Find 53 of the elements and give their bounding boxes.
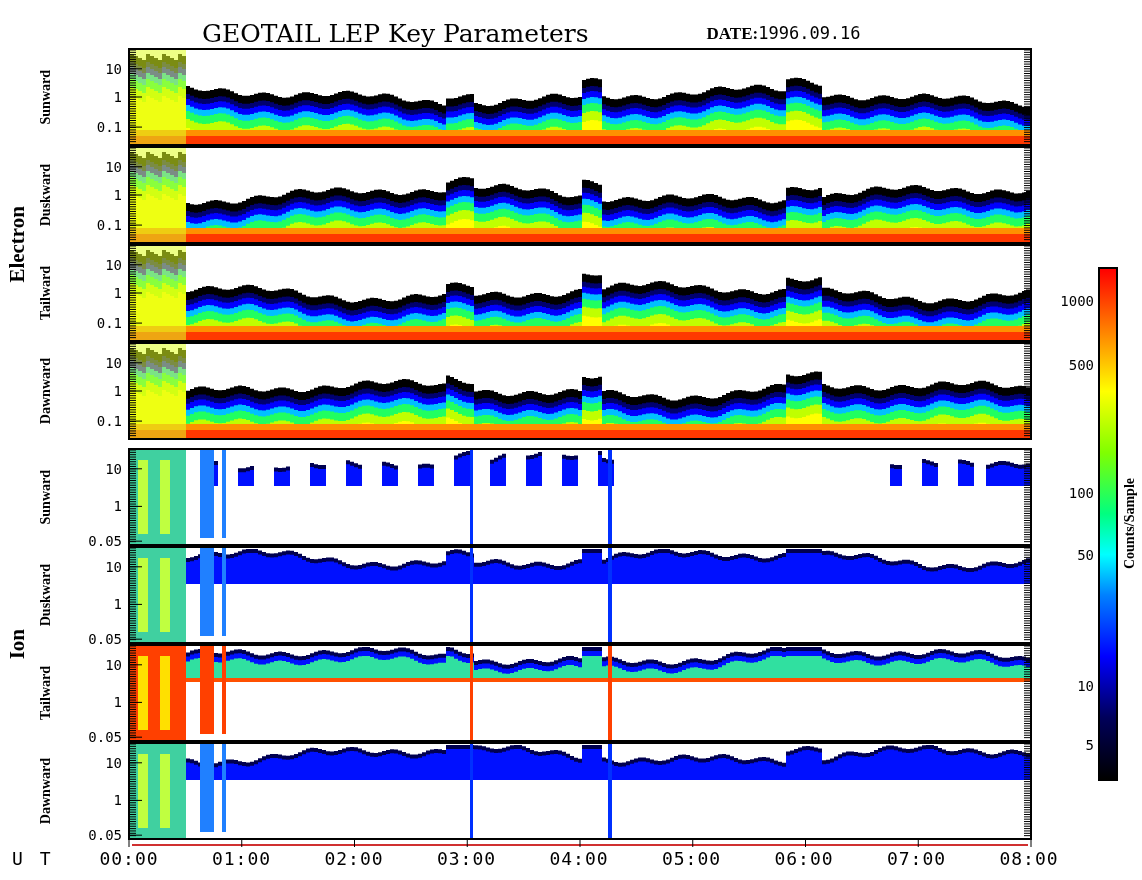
group-label: Ion: [4, 628, 30, 660]
colorbar-tick-label: 1000: [1060, 293, 1094, 308]
axis-tick-label: 0.05: [88, 730, 122, 745]
axis-tick-label: 1: [113, 286, 122, 300]
group-label: Electron: [4, 205, 30, 283]
panel-label: Dawnward: [38, 757, 54, 825]
axis-tick-label: 10: [105, 257, 122, 272]
axis-tick-label: 0.1: [96, 218, 122, 233]
panel-label: Sunward: [38, 469, 54, 525]
axis-tick-label: 0.05: [88, 828, 122, 843]
time-tick-label: 03:00: [436, 848, 497, 869]
axis-tick-label: 0.05: [88, 534, 122, 549]
axis-tick-label: 10: [105, 61, 122, 76]
panel-label: Duskward: [38, 163, 54, 227]
axis-tick-label: 0.1: [96, 316, 122, 331]
time-tick-label: 01:00: [211, 848, 272, 869]
axis-tick-label: 0.05: [88, 632, 122, 647]
panel-label: Tailward: [38, 266, 54, 320]
colorbar-tick-label: 50: [1077, 547, 1094, 562]
colorbar-tick-label: 500: [1068, 357, 1094, 372]
panel-label: Tailward: [38, 666, 54, 720]
axis-tick-label: 1: [113, 695, 122, 710]
panel-label: Sunward: [38, 69, 54, 125]
time-tick-label: 08:00: [999, 848, 1059, 869]
axis-tick-label: 1: [113, 793, 122, 808]
colorbar-label: Counts/Sample: [1122, 478, 1138, 570]
panel-label: Dawnward: [38, 357, 54, 425]
axis-tick-label: 10: [105, 755, 122, 770]
date-text: DATE:1996.09.16: [706, 23, 861, 44]
axis-tick-label: 1: [113, 597, 122, 612]
axis-tick-label: 1: [113, 384, 122, 398]
axis-tick-label: 10: [105, 559, 122, 574]
axis-tick-label: 10: [105, 657, 122, 672]
time-tick-label: 04:00: [549, 848, 609, 869]
axis-tick-label: 10: [105, 159, 122, 174]
colorbar-tick-label: 100: [1068, 486, 1094, 501]
time-tick-label: 05:00: [661, 848, 722, 869]
panel-label: Duskward: [38, 563, 54, 627]
time-axis-label: U T: [12, 848, 51, 869]
chart-title: GEOTAIL LEP Key Parameters: [202, 21, 589, 46]
time-tick-label: 00:00: [99, 848, 159, 869]
time-tick-label: 07:00: [886, 848, 947, 869]
time-tick-label: 06:00: [774, 848, 834, 869]
axis-tick-label: 10: [105, 461, 122, 476]
axis-tick-label: 1: [113, 188, 122, 202]
time-tick-label: 02:00: [324, 848, 384, 869]
axis-tick-label: 10: [105, 355, 122, 370]
axis-tick-label: 0.1: [96, 120, 122, 135]
colorbar-tick-label: 10: [1077, 679, 1094, 694]
axis-tick-label: 0.1: [96, 414, 122, 429]
axis-tick-label: 1: [113, 499, 122, 514]
axis-tick-label: 1: [113, 90, 122, 104]
colorbar-tick-label: 5: [1085, 738, 1094, 752]
